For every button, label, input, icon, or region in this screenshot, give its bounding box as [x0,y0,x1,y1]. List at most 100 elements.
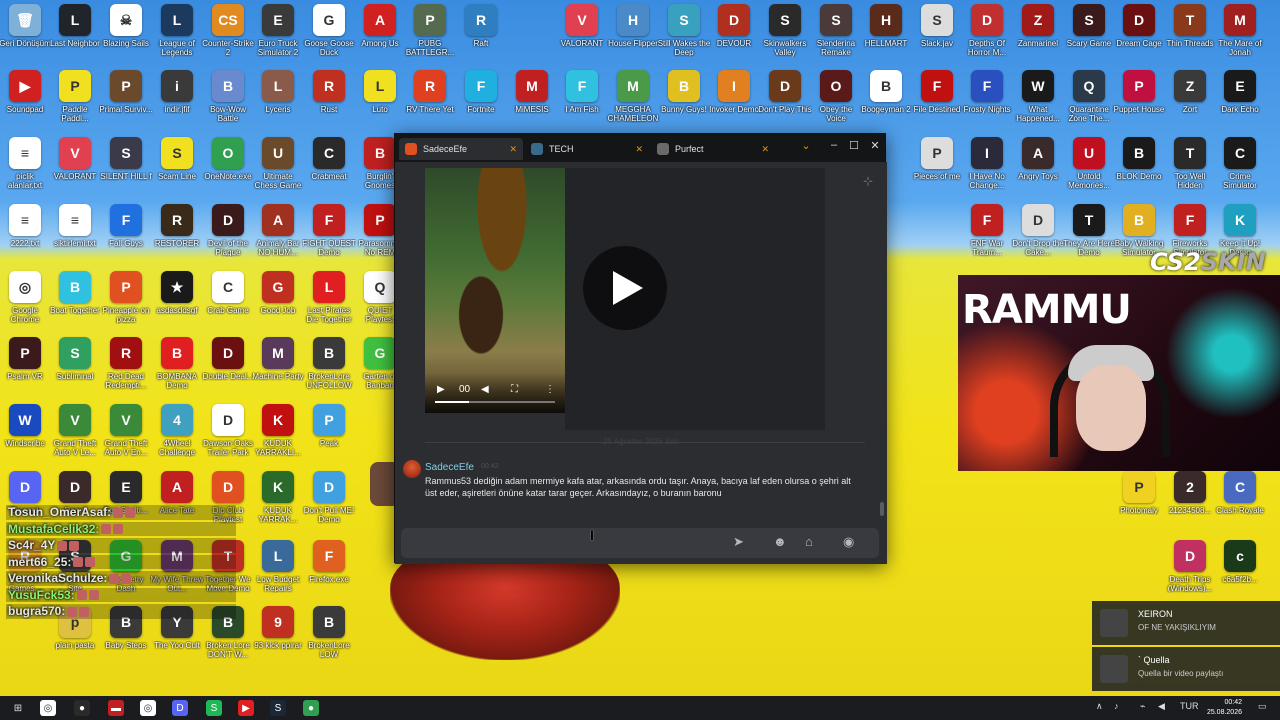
desktop-icon[interactable]: R Rust [304,70,354,134]
obs-taskbar-icon[interactable]: ● [74,700,90,716]
app-red-taskbar-icon[interactable]: ▬ [108,700,124,716]
desktop-icon[interactable]: I Invoker Demo [709,70,759,134]
desktop-icon[interactable]: R Raft [456,4,506,68]
desktop-icon[interactable]: F Fall Guys [101,204,151,268]
desktop-icon[interactable]: S Slack.jav [912,4,962,68]
notification-card[interactable]: XEIRON OF NE YAKIŞIKLIYIM [1092,601,1280,645]
video-progress-bar[interactable] [435,401,555,403]
desktop-icon[interactable]: V Grand Theft Auto V Le... [50,404,100,468]
play-small-icon[interactable]: ▶ [437,384,445,395]
desktop-icon[interactable]: B BrokenLore UNFOLLOW [304,337,354,401]
desktop-icon[interactable]: H HELLMART [861,4,911,68]
desktop-icon[interactable]: D Dawson Oaks Trailer Park [203,404,253,468]
desktop-icon[interactable]: Z Zort [1165,70,1215,134]
desktop-icon[interactable]: B Bow-Wow Battle [203,70,253,134]
desktop-icon[interactable]: 2 21234508... [1165,471,1215,535]
network-icon[interactable]: ⌁ [1140,701,1145,712]
desktop-icon[interactable]: ☠ Blazing Sails [101,4,151,68]
desktop-icon[interactable]: M MiMESIS [507,70,557,134]
desktop-icon[interactable]: W What Happened... [1013,70,1063,134]
desktop-icon[interactable]: D Dream Cage [1114,4,1164,68]
desktop-icon[interactable]: D Devil of the Plague [203,204,253,268]
emoji-icon[interactable]: ☻ [773,534,787,549]
desktop-icon[interactable]: P Psalm VR [0,337,50,401]
tab-tech[interactable]: TECH ✕ [525,138,649,160]
desktop-icon[interactable]: 9 93 kick ppirar [253,606,303,670]
more-icon[interactable]: ⋮ [545,384,555,395]
desktop-icon[interactable]: S Still Wakes the Deep [658,4,710,68]
desktop-icon[interactable]: S Scam Line [152,137,202,201]
desktop-icon[interactable]: ≡ piclik alanlar.txt [0,137,50,201]
desktop-icon[interactable]: G Good Job [253,271,303,335]
chevron-down-icon[interactable]: ⌄ [797,139,815,152]
desktop-icon[interactable]: B Boogeyman 2 [861,70,911,134]
desktop-icon[interactable]: F Fortnite [456,70,506,134]
steam-taskbar-icon[interactable]: S [270,700,286,716]
send-icon[interactable]: ➤ [733,534,744,550]
chrome-taskbar-icon[interactable]: ◎ [40,700,56,716]
desktop-icon[interactable]: S SILENT HILL f [100,137,152,201]
play-button[interactable] [583,246,667,330]
avatar[interactable] [403,460,421,478]
desktop-icon[interactable]: D Death Trips (Windows)... [1165,540,1215,604]
discord-popout-window[interactable]: SadeceEfe ✕ TECH ✕ Purfect ✕ ⌄ – ☐ ✕ ⊹ ▶… [394,133,887,564]
volume-icon[interactable]: ◀ [481,384,489,395]
desktop-icon[interactable]: P Peak [304,404,354,468]
desktop-icon[interactable]: F I Am Fish [557,70,607,134]
youtube-taskbar-icon[interactable]: ▶ [238,700,254,716]
close-icon[interactable]: ✕ [509,144,517,155]
desktop-icon[interactable]: P Pineapple on pizza [101,271,151,335]
desktop-icon[interactable]: B BrokenLore LOW [304,606,354,670]
start-icon[interactable]: ⊞ [10,700,26,716]
desktop-icon[interactable]: H House Flipper [608,4,658,68]
message-input-box[interactable]: ➤ ☻ ⌂ ◉ [401,528,879,558]
desktop-icon[interactable]: R RV There Yet [405,70,455,134]
desktop-icon[interactable]: S Subliminal [50,337,100,401]
desktop-icon[interactable]: G Goose Goose Duck [304,4,354,68]
desktop-icon[interactable]: S Scary Game [1064,4,1114,68]
desktop-icon[interactable]: V Grand Theft Auto V En... [101,404,151,468]
notification-center-icon[interactable]: ▭ [1258,701,1267,712]
close-icon[interactable]: ✕ [635,144,643,155]
clock[interactable]: 00:42 25.08.2026 [1207,698,1242,718]
desktop-icon[interactable]: ≡ 2222.txt [0,204,50,268]
desktop-icon[interactable]: T Thin Threads [1165,4,1215,68]
desktop-icon[interactable]: D Don't Drop the Cake... [1012,204,1064,268]
desktop-icon[interactable]: F FNF War Traum... [962,204,1012,268]
desktop-icon[interactable]: L Lyceris [253,70,303,134]
desktop-icon[interactable]: P Primal Surviv... [99,70,153,134]
desktop-icon[interactable]: D DEVOUR [709,4,759,68]
desktop-icon[interactable]: L League of Legends [152,4,202,68]
app-green-taskbar-icon[interactable]: ● [303,700,319,716]
desktop-icon[interactable]: E Euro Truck Simulator 2 [253,4,303,68]
desktop-icon[interactable]: O Obey the Voice [811,70,861,134]
notification-card[interactable]: ` Quella Quella bir video paylaştı [1092,647,1280,691]
spotify-taskbar-icon[interactable]: S [206,700,222,716]
desktop-icon[interactable]: i indir.jfif [152,70,202,134]
message-input[interactable] [409,535,729,546]
desktop-icon[interactable]: B BOMBANA Demo [152,337,202,401]
desktop-icon[interactable]: c c6a5f2b... [1215,540,1265,604]
desktop-icon[interactable]: ★ asdasddsgf [152,271,202,335]
desktop-icon[interactable]: D Don't Play This [758,70,812,134]
desktop-icon[interactable]: P PUBG BATTLEGR... [405,4,455,68]
desktop-icon[interactable]: V VALORANT [50,137,100,201]
desktop-icon[interactable]: ≡ siktirlemi.txt [50,204,100,268]
discord-taskbar-icon[interactable]: D [172,700,188,716]
desktop-icon[interactable]: D Don't Pull ME! Demo [304,471,354,535]
desktop-icon[interactable]: R Red Dead Redempti... [101,337,151,401]
desktop-icon[interactable]: F Firefox.exe [304,540,354,604]
desktop-icon[interactable]: D Depths Of Horror M... [962,4,1012,68]
desktop-icon[interactable]: C Crime Simulator [1215,137,1265,201]
desktop-icon[interactable]: 🗑 Geri Dönüşüm [0,4,51,68]
desktop-icon[interactable]: W Windscribe [0,404,50,468]
pin-icon[interactable]: ⊹ [863,174,873,188]
chrome2-taskbar-icon[interactable]: ◎ [140,700,156,716]
desktop-icon[interactable]: F Frosty Nights [962,70,1012,134]
desktop-icon[interactable]: Q Quarantine Zone The... [1064,70,1114,134]
desktop-icon[interactable]: L Low Budget Repairs [253,540,303,604]
desktop-icon[interactable]: V VALORANT [557,4,607,68]
mic-icon[interactable]: ◉ [843,534,854,550]
desktop-icon[interactable]: P Paddle Paddl... [50,70,100,134]
desktop-icon[interactable]: P Pieces of me [912,137,962,201]
